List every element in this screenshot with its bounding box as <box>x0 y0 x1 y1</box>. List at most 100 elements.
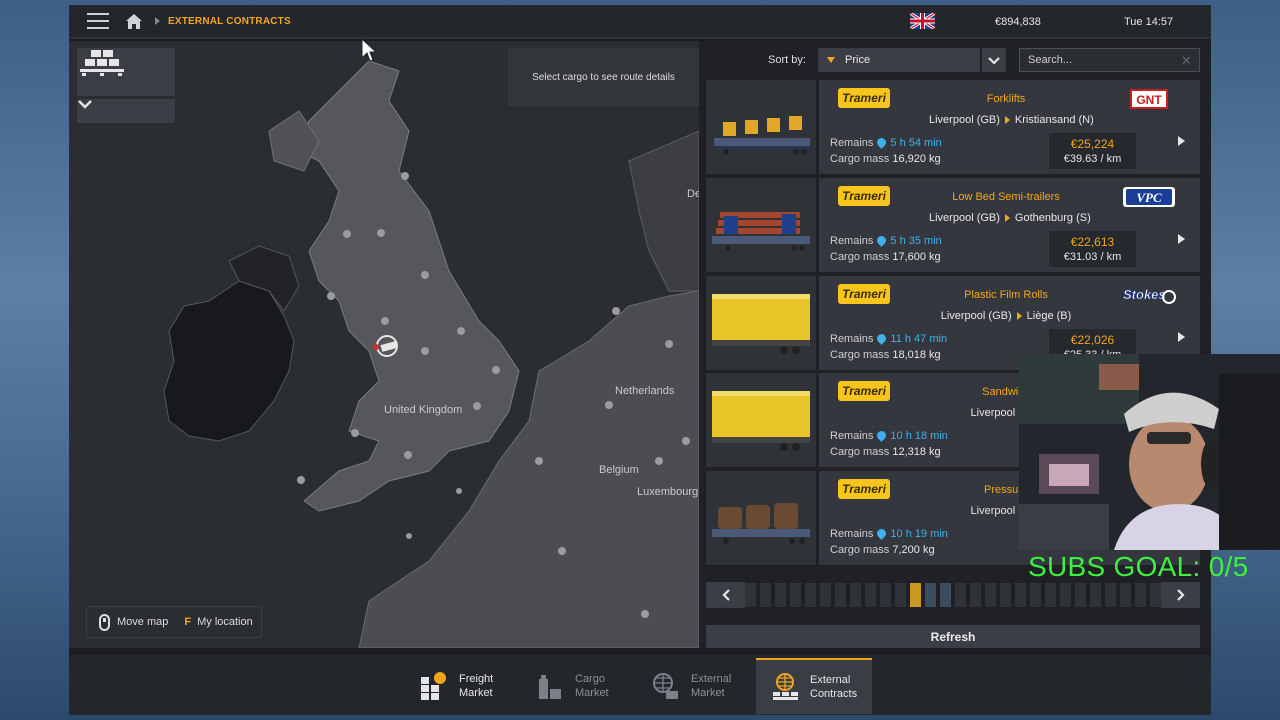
page-indicator[interactable] <box>775 583 786 607</box>
webcam-overlay <box>1019 354 1280 550</box>
svg-text:Stokes: Stokes <box>1123 287 1166 302</box>
page-indicator[interactable] <box>1060 583 1071 607</box>
page-indicator[interactable] <box>805 583 816 607</box>
remains-value: 5 h 35 min <box>890 235 942 247</box>
cargo-thumbnail <box>706 276 816 370</box>
cargo-market-icon <box>539 675 561 699</box>
bottom-tab-bar: Freight Market Cargo Market External Market… <box>69 655 1211 715</box>
map-label-luxembourg: Luxembourg <box>637 486 699 498</box>
page-indicator[interactable] <box>1105 583 1116 607</box>
next-page-button[interactable] <box>1161 582 1200 608</box>
tab-label-line1: Cargo <box>575 673 605 685</box>
cargo-mass: Cargo mass 7,200 kg <box>830 544 935 556</box>
page-indicator[interactable] <box>850 583 861 607</box>
tab-cargo-market[interactable]: Cargo Market <box>521 658 637 714</box>
remaining-time: Remains 11 h 47 min <box>830 332 947 345</box>
job-expand-icon[interactable] <box>1178 234 1185 244</box>
clear-search-icon[interactable]: ✕ <box>1181 53 1192 69</box>
freight-market-icon <box>421 672 446 700</box>
page-indicator[interactable] <box>1075 583 1086 607</box>
expand-panel-button[interactable] <box>77 99 175 123</box>
breadcrumb-separator-icon <box>155 17 160 25</box>
job-row[interactable]: Trameri Forklifts Liverpool (GB) Kristian… <box>706 80 1200 174</box>
client-logo: Trameri <box>838 284 890 304</box>
map-label-uk: United Kingdom <box>384 404 463 416</box>
job-row[interactable]: Trameri Low Bed Semi-trailers Liverpool … <box>706 178 1200 272</box>
job-route: Liverpool (GB) Liège (B) <box>929 310 1083 322</box>
remaining-time: Remains 10 h 19 min <box>830 527 948 540</box>
page-indicator[interactable] <box>1045 583 1056 607</box>
chevron-down-icon <box>78 100 92 109</box>
time-icon <box>875 429 889 442</box>
mass-label: Cargo mass <box>830 544 890 556</box>
route-from: Liverpool (GB) <box>929 212 1000 224</box>
route-arrow-icon <box>1004 116 1010 125</box>
page-indicator[interactable] <box>985 583 996 607</box>
job-expand-icon[interactable] <box>1178 332 1185 342</box>
cargo-mass: Cargo mass 18,018 kg <box>830 349 941 361</box>
uk-flag-icon[interactable] <box>910 13 935 29</box>
mass-value: 16,920 kg <box>892 153 941 165</box>
page-indicator[interactable] <box>835 583 846 607</box>
cargo-view-button[interactable] <box>77 48 175 96</box>
remains-label: Remains <box>830 235 874 247</box>
time-icon <box>875 332 889 345</box>
route-map[interactable]: Select cargo to see route details United… <box>69 41 699 648</box>
breadcrumb[interactable]: EXTERNAL CONTRACTS <box>168 16 291 27</box>
route-to: Gothenburg (S) <box>1014 212 1091 224</box>
cargo-mass: Cargo mass 16,920 kg <box>830 153 941 165</box>
mass-label: Cargo mass <box>830 446 890 458</box>
cargo-thumbnail <box>706 471 816 565</box>
hint-key-f: F <box>184 616 192 628</box>
job-price: €25,224 <box>1070 137 1115 151</box>
route-to: Kristiansand (N) <box>1014 114 1094 126</box>
mouse-cursor-icon <box>361 38 377 62</box>
job-price: €22,026 <box>1070 333 1115 347</box>
page-indicator[interactable] <box>760 583 771 607</box>
page-indicator[interactable] <box>790 583 801 607</box>
mouse-icon <box>99 613 110 631</box>
tab-label-line2: Market <box>575 687 609 699</box>
page-indicator[interactable] <box>1120 583 1131 607</box>
page-indicator[interactable] <box>940 583 951 607</box>
route-tooltip: Select cargo to see route details <box>508 48 699 106</box>
page-indicator[interactable] <box>1150 583 1161 607</box>
tab-external-market[interactable]: External Market <box>637 658 753 714</box>
map-label-de: De <box>687 188 699 200</box>
remains-value: 5 h 54 min <box>890 137 942 149</box>
refresh-button[interactable]: Refresh <box>706 625 1200 648</box>
tab-external-contracts[interactable]: External Contracts <box>756 658 872 714</box>
home-icon[interactable] <box>125 13 143 30</box>
map-canvas <box>69 41 699 648</box>
page-indicator[interactable] <box>925 583 936 607</box>
page-indicators <box>745 583 1161 607</box>
page-indicator[interactable] <box>955 583 966 607</box>
page-indicator[interactable] <box>970 583 981 607</box>
my-location-link[interactable]: My location <box>197 616 253 628</box>
svg-text:GNT: GNT <box>1136 93 1162 107</box>
prev-page-button[interactable] <box>706 582 745 608</box>
search-input[interactable] <box>1019 48 1200 72</box>
page-indicator[interactable] <box>1090 583 1101 607</box>
sort-label: Sort by: <box>768 54 806 66</box>
page-indicator[interactable] <box>880 583 891 607</box>
remains-label: Remains <box>830 430 874 442</box>
page-indicator[interactable] <box>1135 583 1146 607</box>
page-indicator[interactable] <box>1030 583 1041 607</box>
price-per-km: €39.63 / km <box>1063 153 1122 165</box>
page-indicator[interactable] <box>1000 583 1011 607</box>
page-indicator[interactable] <box>820 583 831 607</box>
job-info: Trameri Forklifts Liverpool (GB) Kristian… <box>819 80 1200 174</box>
remaining-time: Remains 10 h 18 min <box>830 429 948 442</box>
page-indicator[interactable] <box>745 583 756 607</box>
page-indicator[interactable] <box>895 583 906 607</box>
menu-icon[interactable] <box>87 13 109 29</box>
job-expand-icon[interactable] <box>1178 136 1185 146</box>
page-indicator[interactable] <box>1015 583 1026 607</box>
sort-select[interactable]: Price <box>818 48 980 72</box>
sort-direction-icon <box>827 57 835 63</box>
page-indicator[interactable] <box>865 583 876 607</box>
tab-freight-market[interactable]: Freight Market <box>405 658 521 714</box>
page-indicator[interactable] <box>910 583 921 607</box>
sort-dropdown-button[interactable] <box>982 48 1006 72</box>
